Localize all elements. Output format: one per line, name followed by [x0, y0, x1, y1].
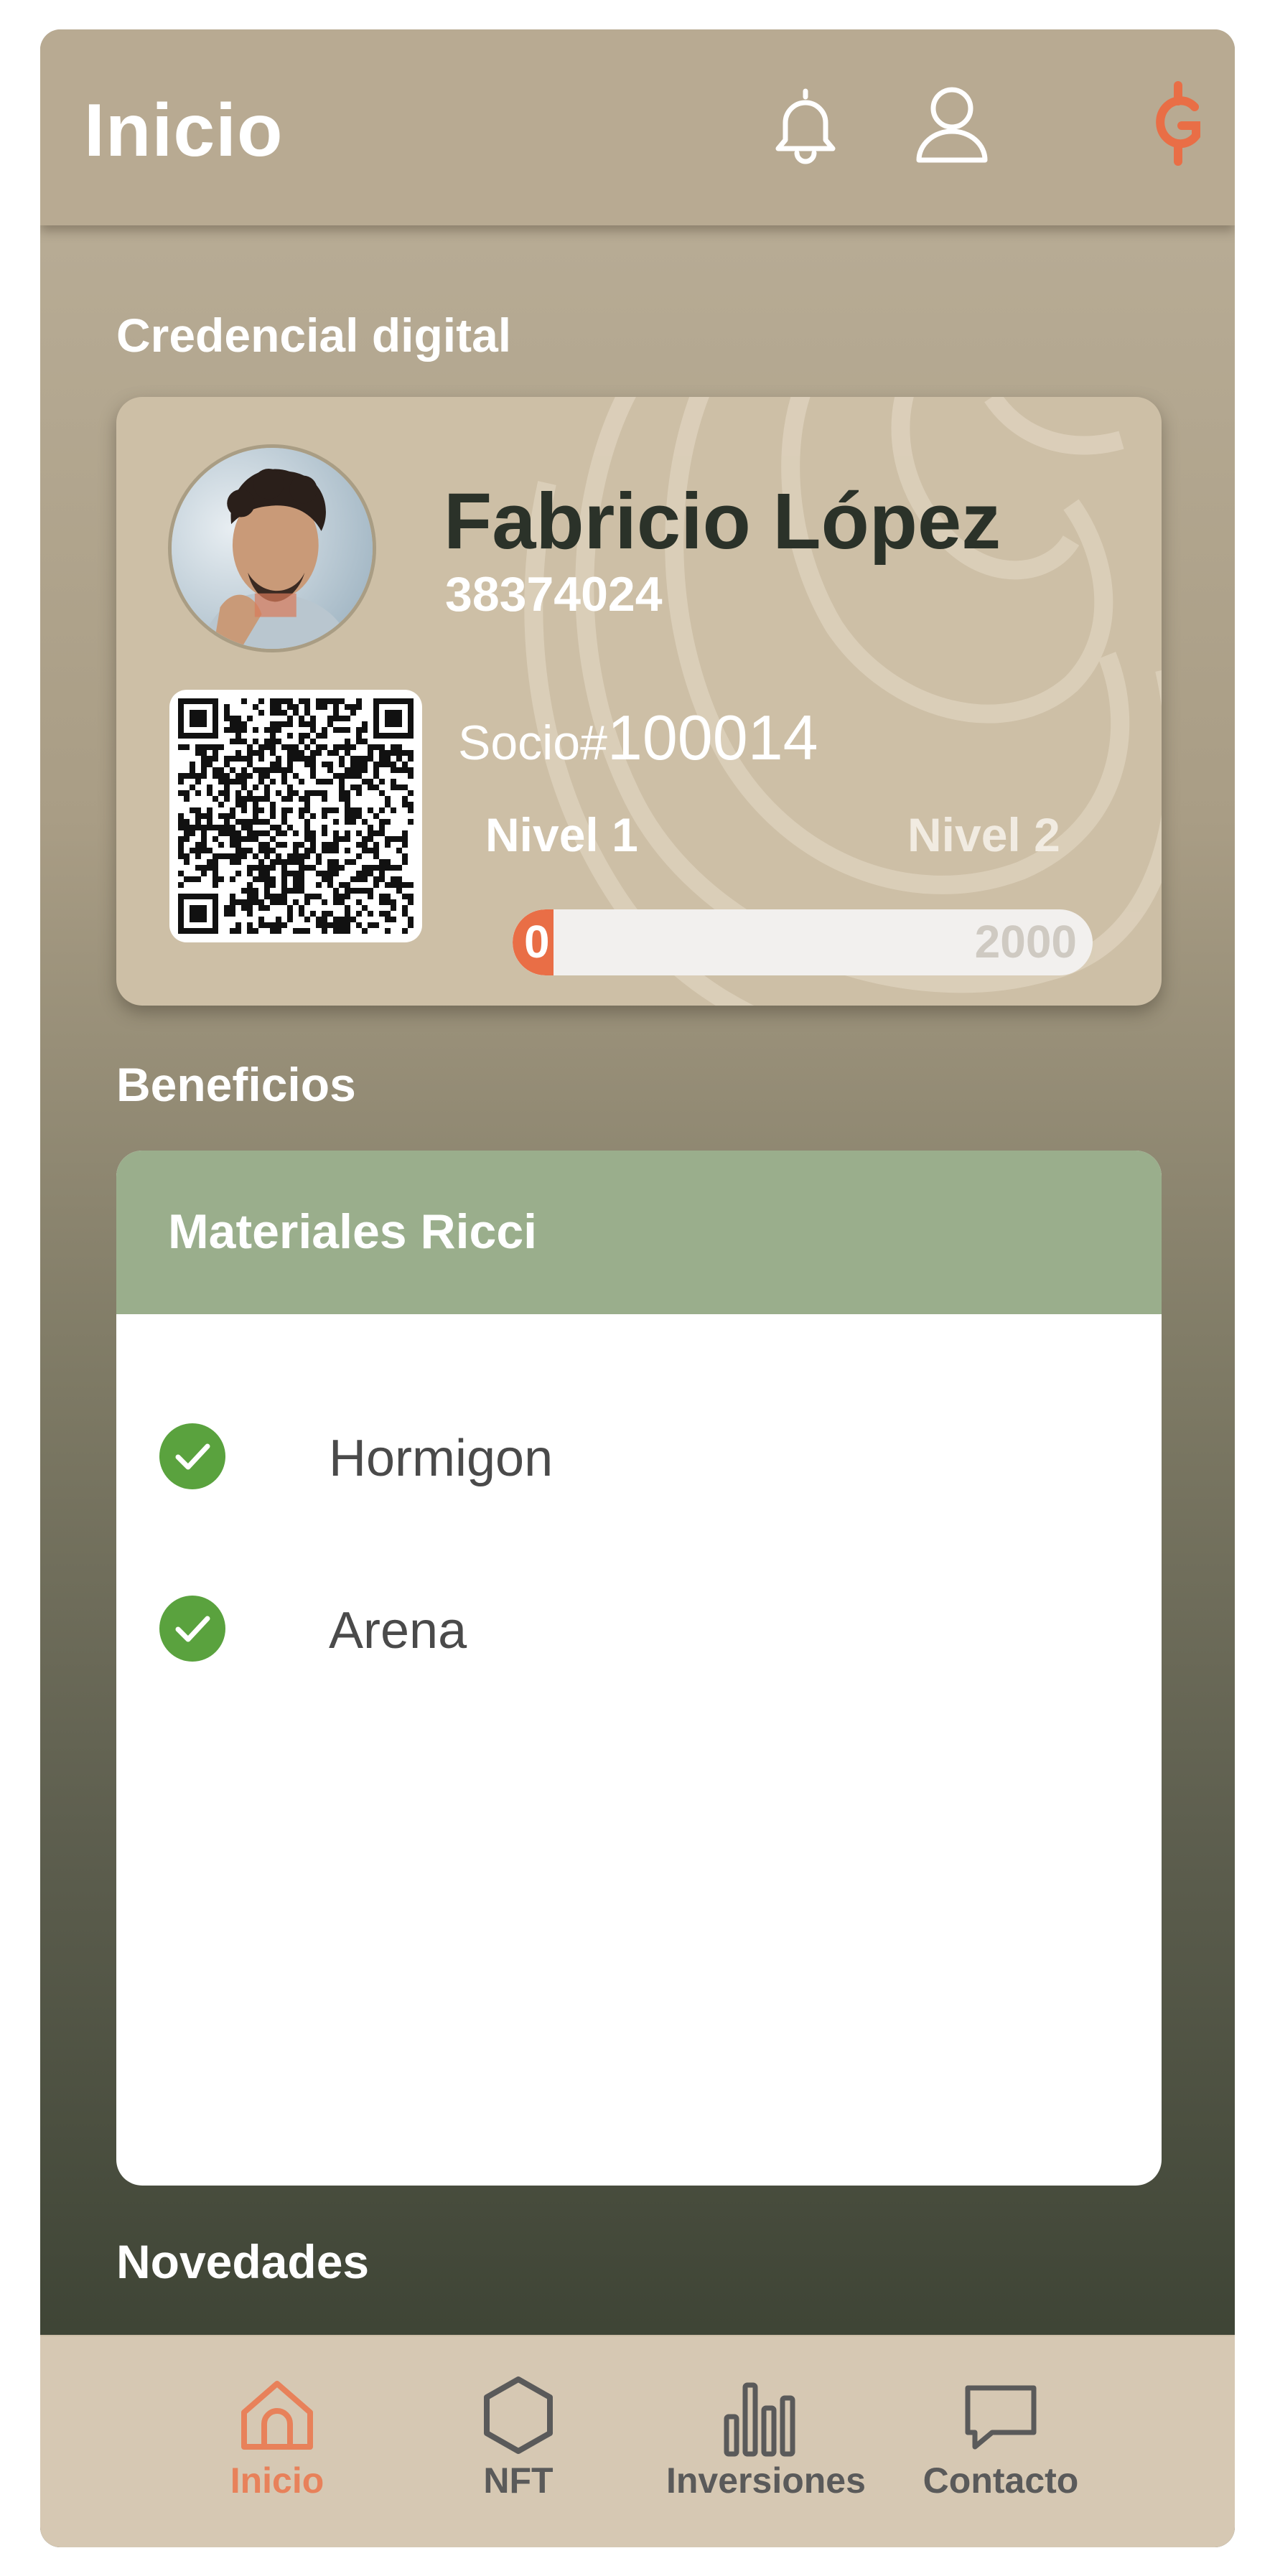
benefits-card: Materiales Ricci Hormigon Arena [116, 1151, 1162, 2186]
nav-item-inicio[interactable]: Inicio [184, 2372, 370, 2523]
check-circle-icon [159, 1423, 225, 1489]
app-screen: Inicio Credencial digital Fabricio López… [40, 29, 1235, 2547]
nav-item-nft[interactable]: NFT [425, 2372, 612, 2523]
top-app-bar: Inicio [40, 29, 1235, 225]
member-number-label: Socio# [458, 716, 607, 770]
qr-code-icon [178, 698, 414, 934]
bar-chart-icon [724, 2382, 795, 2457]
qr-code[interactable] [169, 690, 422, 942]
hexagon-icon [484, 2376, 553, 2454]
benefits-card-header: Materiales Ricci [116, 1151, 1162, 1314]
next-level-label: Nivel 2 [907, 808, 1060, 861]
avatar [168, 444, 376, 652]
nav-label: Contacto [923, 2460, 1079, 2501]
user-icon[interactable] [909, 81, 995, 167]
digital-credential-card: Fabricio López 38374024 Socio#100014 Niv… [116, 397, 1162, 1006]
member-id-number: 38374024 [445, 567, 663, 622]
member-name: Fabricio López [444, 477, 1001, 566]
progress-current-value: 0 [524, 916, 550, 968]
news-section-title: Novedades [116, 2235, 370, 2288]
chat-icon [965, 2385, 1037, 2450]
credential-section-title: Credencial digital [116, 309, 512, 362]
nav-label: Inversiones [666, 2460, 866, 2501]
nav-label: Inicio [230, 2460, 324, 2501]
member-number: Socio#100014 [458, 701, 818, 774]
bottom-navigation: Inicio NFT Inversiones Contacto [40, 2335, 1235, 2547]
benefit-item: Arena [159, 1593, 1093, 1664]
bell-icon[interactable] [762, 81, 849, 167]
benefit-provider-name: Materiales Ricci [168, 1204, 538, 1259]
coin-icon[interactable] [1139, 81, 1218, 167]
nav-item-inversiones[interactable]: Inversiones [666, 2372, 866, 2523]
nav-item-contacto[interactable]: Contacto [907, 2372, 1094, 2523]
check-circle-icon [159, 1596, 225, 1662]
current-level-label: Nivel 1 [485, 808, 638, 861]
benefit-item: Hormigon [159, 1420, 1093, 1492]
nav-label: NFT [483, 2460, 554, 2501]
progress-max-value: 2000 [974, 916, 1077, 968]
benefit-label: Arena [329, 1602, 467, 1659]
page-title: Inicio [84, 89, 284, 172]
level-progress-bar: 0 2000 [513, 909, 1093, 975]
benefit-label: Hormigon [329, 1430, 554, 1487]
benefits-section-title: Beneficios [116, 1058, 356, 1111]
home-icon [241, 2381, 313, 2450]
member-number-value: 100014 [607, 702, 818, 773]
